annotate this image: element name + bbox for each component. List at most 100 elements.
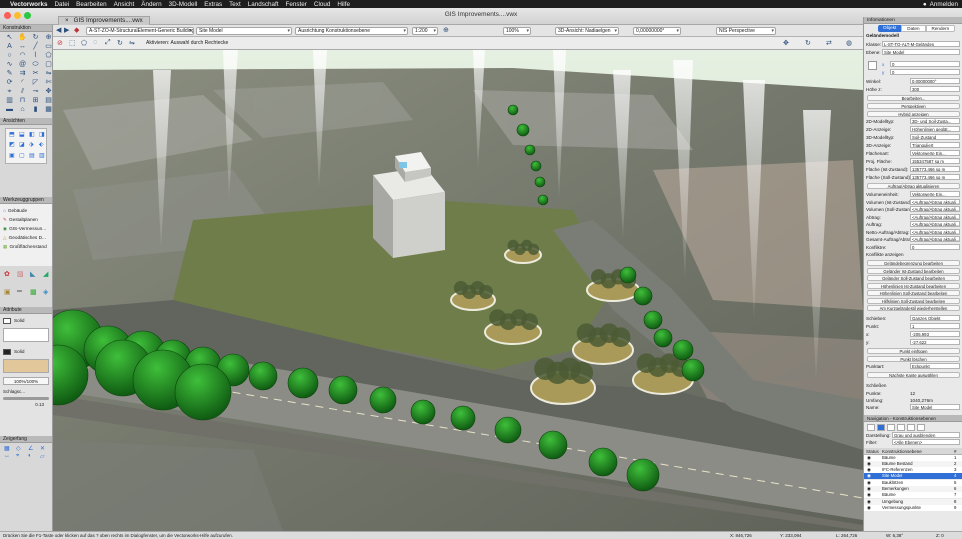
saved-view-icon[interactable] bbox=[907, 423, 915, 431]
view-iso-ne-icon[interactable]: ◪ bbox=[19, 141, 28, 150]
wall-tool-icon[interactable]: ▥ bbox=[4, 97, 15, 105]
info-button[interactable]: Hybrid anzeigen bbox=[867, 111, 960, 117]
scale-select[interactable]: 1:200 bbox=[412, 27, 438, 35]
previous-view-icon[interactable]: ◀ bbox=[56, 26, 61, 34]
tab-rendern[interactable]: Rendern bbox=[925, 25, 956, 32]
class-view-icon[interactable] bbox=[867, 423, 875, 431]
class-icon[interactable]: ◆ bbox=[74, 26, 79, 34]
col-status[interactable]: Status bbox=[866, 449, 879, 454]
setting-value[interactable]: 135773,466 sq m bbox=[910, 174, 960, 180]
visibility-icon[interactable]: ◉ bbox=[867, 467, 871, 473]
filter-select[interactable]: <Alle Ebenen> bbox=[892, 438, 960, 445]
setting-value[interactable]: 155347587 sq m bbox=[910, 158, 960, 164]
view-persp-icon[interactable]: ▥ bbox=[39, 152, 48, 161]
view-top-icon[interactable]: ⬒ bbox=[9, 131, 18, 140]
line-thickness-slider[interactable] bbox=[3, 397, 49, 400]
opacity-field[interactable]: 100%/100% bbox=[3, 377, 49, 385]
volume-value[interactable]: <Auftrag/Abtrag aktuali... bbox=[910, 206, 960, 212]
view-plan-icon[interactable]: ▤ bbox=[29, 152, 38, 161]
visibility-icon[interactable]: ◉ bbox=[867, 473, 871, 479]
pan-icon[interactable]: ✥ bbox=[783, 39, 789, 47]
view-left-icon[interactable]: ◨ bbox=[39, 131, 48, 140]
volume-value[interactable]: 0 bbox=[910, 243, 960, 250]
layer-row[interactable]: ◉ Vermessungspunkte 9 bbox=[864, 504, 962, 511]
bounding-box-icon[interactable] bbox=[868, 61, 877, 70]
toolset-gis[interactable]: ◉ GIS-Vermessun... bbox=[3, 224, 49, 233]
road-tool-icon[interactable]: ═ bbox=[17, 288, 28, 304]
hardscape-tool-icon[interactable]: ▨ bbox=[17, 270, 28, 286]
update-cut-fill-button[interactable]: Auftrag/Abtrag aktualisieren bbox=[867, 183, 960, 189]
info-button[interactable]: Bearbeiten... bbox=[867, 95, 960, 101]
snap-object-icon[interactable]: ◇ bbox=[16, 445, 27, 452]
menu-datei[interactable]: Datei bbox=[54, 1, 69, 8]
tab-daten[interactable]: Daten bbox=[901, 25, 926, 32]
snap-intersection-icon[interactable]: ✕ bbox=[40, 445, 51, 452]
plant-tool-icon[interactable]: ✿ bbox=[4, 270, 15, 286]
volume-value[interactable]: <Auftrag/Abtrag aktuali... bbox=[910, 198, 960, 205]
reference-view-icon[interactable] bbox=[917, 423, 925, 431]
pen-style[interactable]: Solid bbox=[14, 349, 24, 354]
tab-objekt[interactable]: Objekt bbox=[878, 25, 902, 32]
klasse-select[interactable]: L-ST-TO-ALT-M-Geländes bbox=[882, 41, 960, 47]
snap-working-plane-icon[interactable]: ▱ bbox=[40, 453, 51, 460]
tab-close-icon[interactable]: × bbox=[65, 17, 69, 25]
edit-button[interactable]: Höhenlinien Soll-Zustand bearbeiten bbox=[867, 290, 960, 296]
volume-value[interactable]: Vektorwerte Ein... bbox=[910, 191, 960, 197]
volume-value[interactable]: <Auftrag/Abtrag aktuali... bbox=[910, 221, 960, 227]
snap-angle-icon[interactable]: ∠ bbox=[28, 445, 39, 452]
column-tool-icon[interactable]: ▮ bbox=[30, 106, 41, 114]
visibility-icon[interactable]: ◉ bbox=[867, 492, 871, 498]
eyedropper-tool-icon[interactable]: ✎ bbox=[4, 70, 15, 78]
setting-value[interactable]: Soil-Zustand bbox=[910, 134, 960, 140]
coord-field[interactable]: -205,993 bbox=[910, 330, 960, 337]
menu-cloud[interactable]: Cloud bbox=[314, 1, 330, 8]
menu-landschaft[interactable]: Landschaft bbox=[248, 1, 279, 8]
punkt-field[interactable]: 1 bbox=[910, 322, 960, 329]
shadow-label[interactable]: Schlagsc... bbox=[3, 389, 49, 394]
pen-preview[interactable] bbox=[3, 359, 49, 373]
menu-fenster[interactable]: Fenster bbox=[286, 1, 307, 8]
clip-tool-icon[interactable]: ✂ bbox=[30, 70, 41, 78]
active-class-select[interactable]: A-ST-ZO-M-StructuralElement-Generic Buil… bbox=[86, 27, 194, 35]
text-tool-icon[interactable]: A bbox=[4, 43, 15, 51]
3d-viewport[interactable] bbox=[53, 50, 863, 531]
setting-value[interactable]: Trianguliert bbox=[910, 142, 960, 148]
setting-value[interactable]: 135773,466 sq m bbox=[910, 166, 960, 172]
sheet-view-icon[interactable] bbox=[887, 423, 895, 431]
layer-row[interactable]: ◉ Bäume 7 bbox=[864, 492, 962, 499]
layer-row[interactable]: ◉ Bäume 1 bbox=[864, 454, 962, 461]
schieben-select[interactable]: Ganzes Objekt bbox=[910, 314, 960, 321]
snap-distance-icon[interactable]: ↔ bbox=[4, 453, 15, 460]
view-iso-sw-icon[interactable]: ⬗ bbox=[29, 141, 38, 150]
roof-tool-icon[interactable]: ⌂ bbox=[17, 106, 28, 114]
rotate-mode-icon[interactable]: ↻ bbox=[117, 39, 123, 47]
rotate-tool-icon[interactable]: ⟳ bbox=[4, 79, 15, 87]
fill-swatch[interactable] bbox=[3, 317, 11, 324]
point-button[interactable]: Punkt einfügen bbox=[867, 347, 960, 354]
volume-value[interactable]: <Auftrag/Abtrag aktuali... bbox=[910, 213, 960, 220]
mirror-mode-icon[interactable]: ⇋ bbox=[129, 39, 135, 47]
angle-field[interactable]: 0,00000000° bbox=[633, 27, 681, 35]
view-iso-se-icon[interactable]: ⬖ bbox=[39, 141, 48, 150]
menu-hilfe[interactable]: Hilfe bbox=[337, 1, 350, 8]
info-button[interactable]: Perspektiven bbox=[867, 103, 960, 109]
selection-mode-icon[interactable]: ⬚ bbox=[69, 39, 76, 47]
info-row-value[interactable]: 300 bbox=[910, 86, 960, 92]
snap-tangent-icon[interactable]: ◐ bbox=[28, 453, 39, 460]
toolset-building[interactable]: ⌂ Gebäude bbox=[3, 206, 49, 215]
polyline-tool-icon[interactable]: ⌇ bbox=[30, 52, 41, 60]
oval-tool-icon[interactable]: ⬭ bbox=[30, 61, 41, 69]
view-front-icon[interactable]: ⬓ bbox=[19, 131, 28, 140]
landscape-area-tool-icon[interactable]: ▩ bbox=[30, 288, 41, 304]
punktart-select[interactable]: Eckpunkt bbox=[910, 362, 960, 369]
col-number[interactable]: # bbox=[954, 449, 957, 454]
dimension-tool-icon[interactable]: ↔ bbox=[17, 43, 28, 51]
toolset-design[interactable]: ✎ Gestaltplanen bbox=[3, 215, 49, 224]
visibility-icon[interactable]: ◉ bbox=[867, 455, 871, 461]
pen-swatch[interactable] bbox=[3, 348, 11, 355]
edit-button[interactable]: Hilfslinien Soll-Zustand bearbeiten bbox=[867, 297, 960, 304]
line-thickness-value[interactable]: 0.13 bbox=[3, 402, 49, 407]
split-tool-icon[interactable]: ⫽ bbox=[17, 88, 28, 96]
y-field[interactable]: 0 bbox=[890, 69, 960, 75]
x-field[interactable]: 0 bbox=[890, 61, 960, 67]
